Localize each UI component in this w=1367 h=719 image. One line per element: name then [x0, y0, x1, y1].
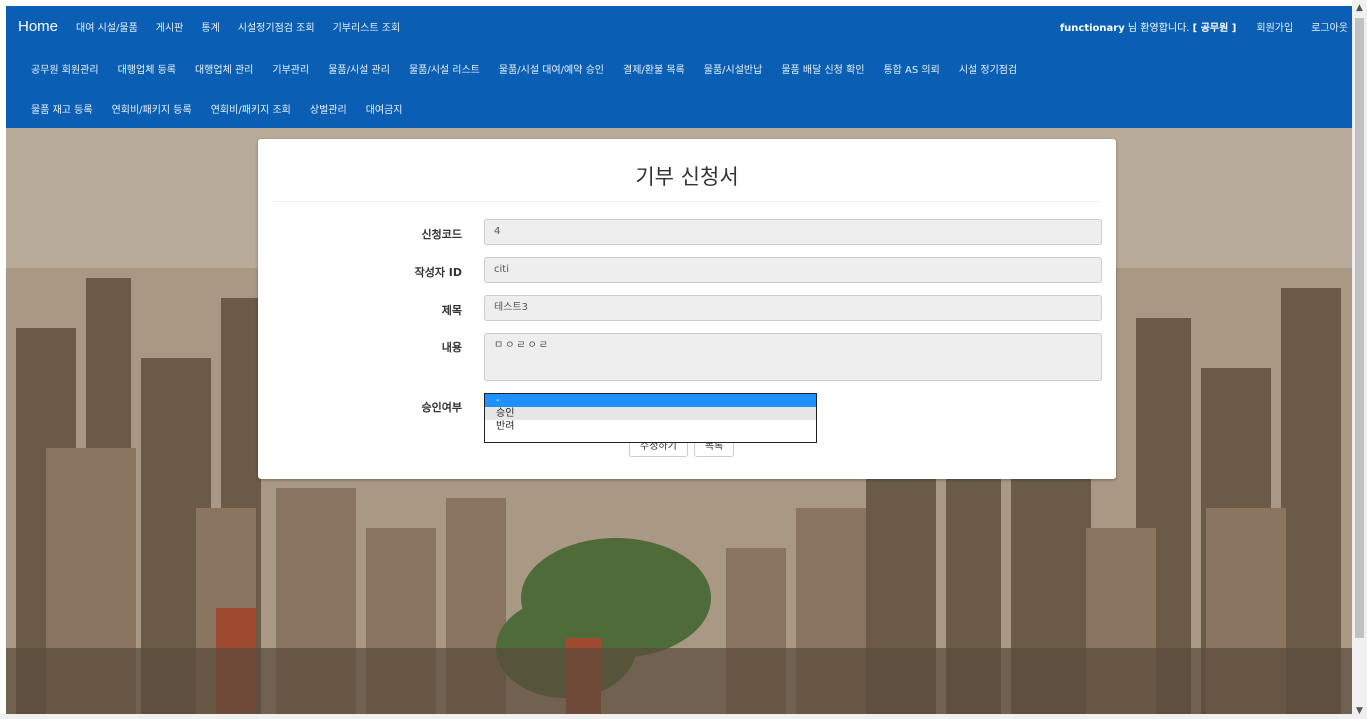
signup-link[interactable]: 회원가입	[1256, 19, 1293, 34]
nav-link-item-list[interactable]: 물품/시설 리스트	[409, 61, 480, 76]
nav-link-board[interactable]: 게시판	[156, 19, 184, 34]
title-divider	[273, 201, 1101, 202]
donation-form-card: 기부 신청서 신청코드 4 작성자 ID citi 제목 테스트3 내용 ㅁㅇㄹ…	[258, 139, 1116, 479]
welcome-role: [ 공무원 ]	[1192, 22, 1237, 34]
scroll-down-arrow-icon[interactable]: ▼	[1352, 703, 1367, 719]
approval-option-reject[interactable]: 반려	[485, 420, 816, 433]
nav-link-fee-register[interactable]: 연회비/패키지 등록	[112, 101, 192, 116]
approval-select-dropdown[interactable]: - 승인 반려	[484, 393, 817, 443]
top-navbar: Home 대여 시설/물품 게시판 통계 시설정기점검 조회 기부리스트 조회 …	[6, 6, 1352, 128]
code-label: 신청코드	[421, 228, 462, 241]
nav-row-primary: Home 대여 시설/물품 게시판 통계 시설정기점검 조회 기부리스트 조회 …	[6, 6, 1352, 46]
nav-row-admin: 공무원 회원관리 대행업체 등록 대행업체 관리 기부관리 물품/시설 관리 물…	[6, 50, 1036, 86]
nav-link-item-manage[interactable]: 물품/시설 관리	[328, 61, 390, 76]
code-field[interactable]: 4	[484, 219, 1102, 245]
approval-label: 승인여부	[421, 401, 462, 414]
nav-link-stats[interactable]: 통계	[201, 19, 219, 34]
nav-link-reservation-approve[interactable]: 물품/시설 대여/예약 승인	[499, 61, 604, 76]
welcome-message: functionary 님 환영합니다. [ 공무원 ]	[1060, 19, 1237, 34]
vertical-scrollbar[interactable]: ▲ ▼	[1352, 0, 1367, 719]
scroll-up-arrow-icon[interactable]: ▲	[1352, 0, 1367, 16]
approval-option-approve[interactable]: 승인	[485, 407, 816, 420]
nav-link-fee-list[interactable]: 연회비/패키지 조회	[211, 101, 291, 116]
nav-link-rental[interactable]: 대여 시설/물품	[76, 19, 138, 34]
nav-link-as-request[interactable]: 통합 AS 의뢰	[883, 61, 939, 76]
content-label: 내용	[441, 341, 462, 354]
subject-label: 제목	[441, 304, 462, 317]
nav-link-payment-list[interactable]: 결제/환불 목록	[623, 61, 685, 76]
welcome-text: 님 환영합니다.	[1124, 22, 1193, 34]
nav-link-rental-ban[interactable]: 대여금지	[366, 101, 403, 116]
nav-link-agency-manage[interactable]: 대행업체 관리	[195, 61, 253, 76]
content-textarea[interactable]: ㅁㅇㄹㅇㄹ	[484, 333, 1102, 381]
nav-link-delivery-check[interactable]: 물품 배달 신청 확인	[781, 61, 864, 76]
author-label: 작성자 ID	[414, 266, 462, 279]
home-link[interactable]: Home	[18, 18, 58, 35]
nav-link-inspection[interactable]: 시설정기점검 조회	[238, 19, 315, 34]
nav-link-donation-manage[interactable]: 기부관리	[272, 61, 309, 76]
bottom-strip	[0, 714, 1352, 719]
nav-right: functionary 님 환영합니다. [ 공무원 ] 회원가입 로그아웃	[1060, 6, 1352, 46]
subject-field[interactable]: 테스트3	[484, 295, 1102, 321]
logout-link[interactable]: 로그아웃	[1311, 19, 1348, 34]
nav-link-item-return[interactable]: 물품/시설반납	[704, 61, 763, 76]
nav-link-stock-register[interactable]: 물품 재고 등록	[31, 101, 93, 116]
approval-option-none[interactable]: -	[485, 394, 816, 407]
nav-link-donation-list[interactable]: 기부리스트 조회	[333, 19, 401, 34]
nav-row-extra: 물품 재고 등록 연회비/패키지 등록 연회비/패키지 조회 상벌관리 대여금지	[6, 90, 422, 126]
welcome-user: functionary	[1059, 22, 1125, 34]
nav-link-reward-penalty[interactable]: 상벌관리	[310, 101, 347, 116]
scrollbar-thumb[interactable]	[1355, 18, 1364, 638]
nav-link-member-manage[interactable]: 공무원 회원관리	[31, 61, 99, 76]
form-title: 기부 신청서	[635, 165, 739, 189]
author-field[interactable]: citi	[484, 257, 1102, 283]
nav-link-agency-register[interactable]: 대행업체 등록	[118, 61, 176, 76]
nav-link-regular-inspection[interactable]: 시설 정기점검	[959, 61, 1017, 76]
